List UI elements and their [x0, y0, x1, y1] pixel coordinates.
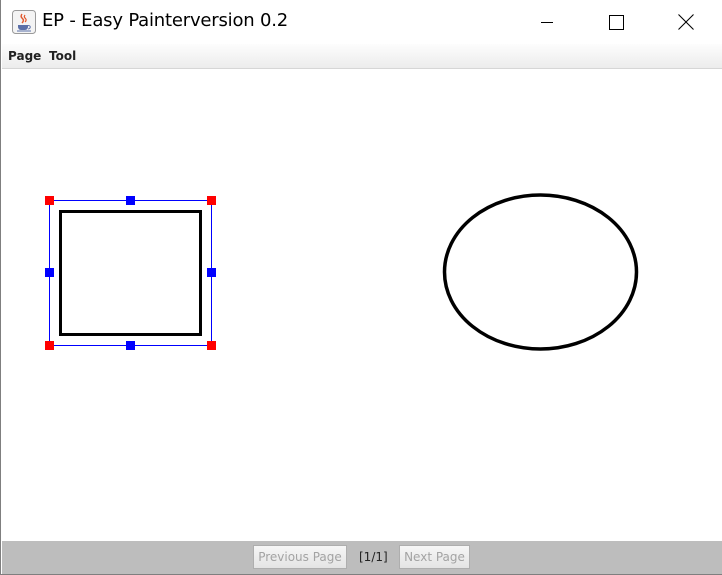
next-page-button[interactable]: Next Page [399, 545, 470, 569]
page-indicator: [1/1] [359, 550, 388, 564]
resize-handle-bottom-right[interactable] [207, 341, 216, 350]
title-bar[interactable]: EP - Easy Painterversion 0.2 [1, 0, 722, 44]
resize-handle-top[interactable] [126, 196, 135, 205]
menu-tool[interactable]: Tool [49, 49, 76, 63]
minimize-icon [541, 22, 553, 23]
resize-handle-top-left[interactable] [45, 196, 54, 205]
close-button[interactable] [651, 0, 721, 44]
previous-page-button[interactable]: Previous Page [253, 545, 347, 569]
app-window: EP - Easy Painterversion 0.2 Page Tool P… [0, 0, 722, 575]
page-navigation-bar: Previous Page [1/1] Next Page [2, 541, 722, 574]
maximize-icon [608, 14, 624, 30]
drawing-canvas[interactable] [2, 69, 722, 541]
menu-page[interactable]: Page [8, 49, 41, 63]
resize-handle-right[interactable] [207, 268, 216, 277]
rectangle-shape[interactable] [59, 210, 202, 336]
canvas-surface[interactable] [2, 69, 722, 541]
resize-handle-bottom-left[interactable] [45, 341, 54, 350]
window-title: EP - Easy Painterversion 0.2 [42, 10, 289, 31]
maximize-button[interactable] [581, 0, 651, 44]
selection-frame [49, 200, 212, 346]
ellipse-shape[interactable] [442, 193, 639, 351]
java-coffee-icon[interactable] [12, 10, 36, 34]
resize-handle-bottom[interactable] [126, 341, 135, 350]
minimize-button[interactable] [512, 0, 582, 44]
resize-handle-top-right[interactable] [207, 196, 216, 205]
resize-handle-left[interactable] [45, 268, 54, 277]
menu-bar: Page Tool [2, 44, 722, 69]
close-icon [678, 14, 694, 30]
